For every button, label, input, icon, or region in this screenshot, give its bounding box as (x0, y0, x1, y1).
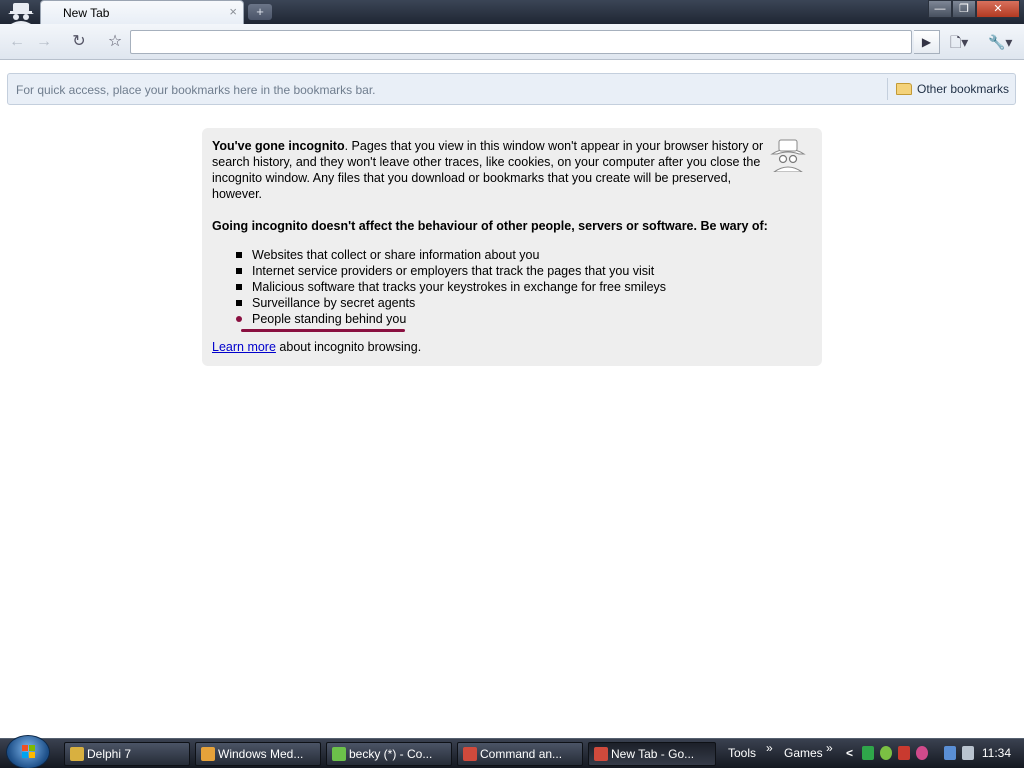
list-item: Malicious software that tracks your keys… (212, 279, 666, 295)
list-item: Surveillance by secret agents (212, 295, 666, 311)
games-toolbar[interactable]: Games (784, 746, 823, 760)
incognito-warning-list: Websites that collect or share informati… (212, 247, 666, 327)
chevron-down-icon: ▾ (961, 34, 969, 50)
list-item: People standing behind you (212, 311, 666, 327)
taskbar-item-command[interactable]: Command an... (457, 742, 583, 766)
incognito-spy-icon (770, 139, 806, 172)
taskbar-item-media[interactable]: Windows Med... (195, 742, 321, 766)
start-button[interactable] (6, 735, 50, 768)
forward-button[interactable]: → (31, 30, 57, 54)
bullet (236, 316, 242, 322)
bullet (236, 268, 242, 274)
taskbar-item-new-tab[interactable]: New Tab - Go... (588, 742, 716, 766)
list-item-text: Websites that collect or share informati… (252, 248, 540, 262)
tray-app-icon[interactable] (862, 746, 874, 760)
window-controls: — ❐ ✕ (928, 0, 1020, 18)
taskbar-item-label: becky (*) - Co... (349, 747, 433, 761)
highlight-underline (241, 329, 405, 332)
wrench-menu-button[interactable]: 🔧▾ (988, 30, 1012, 54)
page-menu-button[interactable]: 🗋▾ (950, 30, 968, 54)
incognito-warning: Going incognito doesn't affect the behav… (212, 219, 768, 233)
browser-toolbar: ← → ↻ ☆ ▶ 🗋▾ 🔧▾ (0, 24, 1024, 60)
other-bookmarks-button[interactable]: Other bookmarks (896, 82, 1009, 96)
bookmarks-divider (887, 78, 888, 100)
tab-new-tab[interactable]: New Tab × (40, 0, 244, 24)
new-tab-button[interactable]: + (248, 4, 272, 20)
security-tray-icon[interactable] (898, 746, 910, 760)
minimize-button[interactable]: — (928, 0, 952, 18)
list-item-text: People standing behind you (252, 312, 407, 326)
media-tray-icon[interactable] (916, 746, 928, 760)
messenger-icon (332, 747, 346, 761)
chevron-right-icon[interactable]: » (766, 741, 773, 755)
tools-toolbar[interactable]: Tools (728, 746, 756, 760)
messenger-tray-icon[interactable] (880, 746, 892, 760)
list-item: Websites that collect or share informati… (212, 247, 666, 263)
folder-icon (896, 83, 912, 95)
bookmark-star-icon[interactable]: ☆ (102, 30, 128, 54)
incognito-logo-icon (8, 3, 34, 24)
taskbar: Delphi 7 Windows Med... becky (*) - Co..… (0, 735, 1024, 768)
incognito-intro: You've gone incognito. Pages that you vi… (212, 138, 768, 202)
reload-button[interactable]: ↻ (66, 30, 92, 54)
bullet (236, 300, 242, 306)
taskbar-item-label: Windows Med... (218, 747, 304, 761)
media-player-icon (201, 747, 215, 761)
list-item-text: Surveillance by secret agents (252, 296, 416, 310)
bullet (236, 252, 242, 258)
list-item: Internet service providers or employers … (212, 263, 666, 279)
other-bookmarks-label: Other bookmarks (917, 82, 1010, 96)
tray-expand-icon[interactable]: < (846, 746, 853, 760)
list-item-text: Internet service providers or employers … (252, 264, 655, 278)
taskbar-item-label: Delphi 7 (87, 747, 132, 761)
go-button[interactable]: ▶ (914, 30, 940, 54)
incognito-info-panel: You've gone incognito. Pages that you vi… (202, 128, 822, 366)
close-window-button[interactable]: ✕ (976, 0, 1020, 18)
windows-logo-icon (22, 745, 35, 758)
chevron-right-icon[interactable]: » (826, 741, 833, 755)
chrome-icon (463, 747, 477, 761)
delphi-icon (70, 747, 84, 761)
tab-title: New Tab (63, 6, 110, 20)
chrome-icon (594, 747, 608, 761)
bookmarks-bar-hint: For quick access, place your bookmarks h… (16, 83, 376, 97)
network-icon[interactable] (944, 746, 956, 760)
bullet (236, 284, 242, 290)
learn-more-line: Learn more about incognito browsing. (212, 340, 421, 354)
learn-more-text: about incognito browsing. (275, 340, 422, 354)
taskbar-item-becky[interactable]: becky (*) - Co... (326, 742, 452, 766)
taskbar-item-label: New Tab - Go... (611, 747, 695, 761)
omnibox-input[interactable] (130, 30, 912, 54)
volume-icon[interactable] (962, 746, 974, 760)
title-bar: New Tab × + — ❐ ✕ (0, 0, 1024, 24)
taskbar-item-delphi[interactable]: Delphi 7 (64, 742, 190, 766)
incognito-heading: You've gone incognito (212, 139, 345, 153)
bookmarks-bar: For quick access, place your bookmarks h… (7, 73, 1016, 105)
tab-close-icon[interactable]: × (229, 4, 237, 19)
taskbar-clock[interactable]: 11:34 (982, 746, 1011, 760)
page-icon: 🗋 (950, 34, 962, 50)
back-button[interactable]: ← (4, 30, 30, 54)
list-item-text: Malicious software that tracks your keys… (252, 280, 667, 294)
learn-more-link[interactable]: Learn more (212, 340, 276, 354)
taskbar-item-label: Command an... (480, 747, 563, 761)
maximize-button[interactable]: ❐ (952, 0, 976, 18)
